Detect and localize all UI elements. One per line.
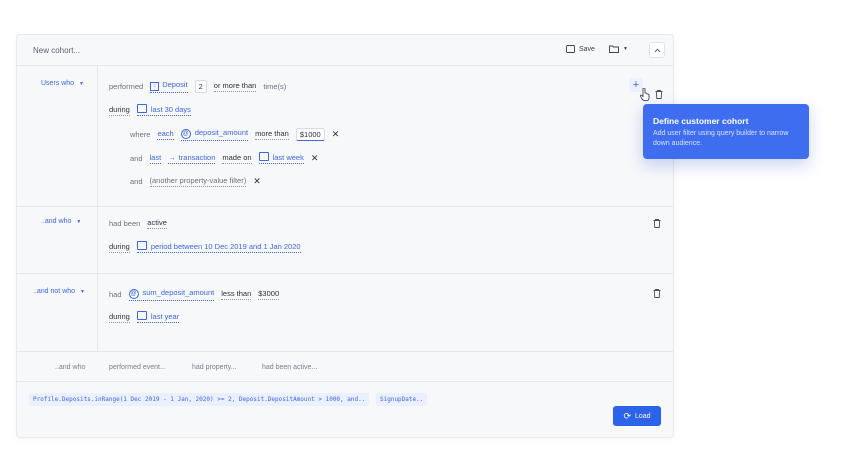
calendar-icon (258, 152, 269, 161)
define-cohort-tooltip: Define customer cohort Add user filter u… (643, 104, 809, 159)
quantifier-selector[interactable]: last (149, 153, 162, 164)
group-selector-and-who[interactable]: ..and who ▼ (41, 218, 81, 225)
cohort-header: New cohort... Save ▼ (17, 35, 673, 66)
save-icon (566, 45, 575, 53)
event-selector[interactable]: → transaction (168, 152, 216, 164)
group-label: Users who (41, 80, 75, 87)
date-range-value: last 30 days (150, 105, 191, 114)
event-icon: ↕ (150, 82, 160, 91)
property-selector[interactable]: @ sum_deposit_amount (128, 288, 215, 301)
save-label: Save (579, 45, 595, 53)
state-selector[interactable]: active (147, 218, 167, 229)
group-divider (17, 206, 673, 207)
chevron-down-icon: ▼ (623, 46, 628, 52)
add-had-been-active-option[interactable]: had been active... (262, 364, 317, 371)
tooltip-body: Add user filter using query builder to n… (653, 130, 789, 147)
add-property-filter[interactable]: (another property-value filter) (149, 176, 247, 187)
filter-row-had-property: had @ sum_deposit_amount less than $3000 (109, 288, 280, 301)
load-label: Load (634, 412, 651, 420)
had-been-label: had been (109, 219, 141, 228)
operator-selector[interactable]: less than (221, 289, 252, 300)
group-label: ..and who (41, 218, 72, 225)
operator-selector[interactable]: made on (222, 153, 252, 164)
performed-label: performed (109, 82, 144, 91)
cohort-builder-card: New cohort... Save ▼ Users who ▼ perform… (16, 34, 674, 438)
quantifier-selector[interactable]: each (157, 129, 174, 140)
add-performed-event-option[interactable]: performed event... (109, 364, 166, 371)
group-selector-users-who[interactable]: Users who ▼ (41, 80, 84, 87)
add-and-who-option[interactable]: ..and who (55, 364, 85, 371)
date-range-value: last year (150, 312, 180, 321)
chevron-down-icon: ▼ (79, 81, 84, 87)
label-column-divider (97, 65, 98, 351)
value-input[interactable]: $3000 (258, 289, 280, 300)
chevron-up-icon (654, 47, 660, 52)
calendar-icon (136, 311, 147, 320)
open-folder-button[interactable]: ▼ (609, 45, 628, 53)
filter-row-during: during period between 10 Dec 2019 and 1 … (109, 241, 301, 253)
event-name: transaction (178, 152, 216, 162)
date-selector[interactable]: last week (258, 152, 304, 164)
property-name: deposit_amount (194, 128, 249, 137)
event-name: Deposit (162, 80, 188, 89)
add-group-bar: ..and who performed event... had propert… (17, 351, 673, 382)
chevron-down-icon: ▼ (76, 219, 82, 225)
calendar-icon (136, 104, 147, 113)
property-icon: @ (180, 129, 191, 139)
save-button[interactable]: Save (566, 45, 595, 53)
unit-label: time(s) (263, 82, 287, 91)
property-name: sum_deposit_amount (142, 288, 215, 297)
remove-filter-icon[interactable]: ✕ (311, 153, 319, 164)
event-selector[interactable]: ↕ Deposit (150, 80, 188, 93)
operator-selector[interactable]: more than (255, 129, 289, 140)
date-value: last week (272, 153, 304, 162)
filter-row-where: where each @ deposit_amount more than $10… (130, 128, 339, 141)
during-label[interactable]: during (109, 105, 130, 116)
during-label[interactable]: during (109, 312, 130, 323)
had-label: had (109, 290, 122, 299)
filter-row-during: during last 30 days (109, 104, 191, 116)
trash-icon[interactable] (653, 289, 661, 298)
footer-divider (17, 381, 673, 382)
hand-cursor-icon (640, 88, 650, 101)
property-icon: @ (128, 289, 139, 299)
calendar-icon (136, 241, 147, 250)
date-range-value: period between 10 Dec 2019 and 1 Jan 202… (150, 242, 301, 251)
cohort-title[interactable]: New cohort... (33, 46, 80, 55)
remove-filter-icon[interactable]: ✕ (332, 129, 340, 140)
and-label: and (130, 153, 143, 163)
filter-row-had-been: had been active (109, 218, 167, 229)
filter-row-during: during last year (109, 311, 180, 323)
trash-icon[interactable] (655, 90, 663, 99)
arrow-right-icon: → (168, 152, 176, 162)
and-label: and (130, 177, 143, 186)
remove-filter-icon[interactable]: ✕ (253, 176, 261, 187)
where-label: where (130, 130, 151, 139)
property-selector[interactable]: @ deposit_amount (180, 128, 249, 141)
filter-row-add-property: and (another property-value filter) ✕ (130, 176, 261, 187)
group-selector-and-not-who[interactable]: ..and not who ▼ (33, 288, 85, 295)
plus-icon: + (632, 79, 640, 91)
query-chip[interactable]: SignupDate.. (376, 393, 428, 406)
during-label[interactable]: during (109, 242, 130, 253)
value-input[interactable]: $1000 (295, 128, 325, 141)
chevron-down-icon: ▼ (79, 289, 85, 295)
filter-row-and-transaction: and last → transaction made on last week … (130, 152, 318, 164)
operator-selector[interactable]: or more than (213, 81, 257, 92)
tooltip-title: Define customer cohort (653, 116, 749, 126)
folder-icon (609, 45, 619, 53)
add-had-property-option[interactable]: had property... (192, 364, 237, 371)
group-label: ..and not who (33, 288, 76, 295)
load-button[interactable]: ⟳ Load (613, 406, 661, 426)
date-range-selector[interactable]: last 30 days (136, 104, 191, 116)
date-range-selector[interactable]: last year (136, 311, 180, 323)
count-input[interactable]: 2 (194, 80, 207, 93)
trash-icon[interactable] (653, 219, 661, 228)
group-divider (17, 273, 673, 274)
refresh-icon: ⟳ (623, 410, 631, 421)
date-range-selector[interactable]: period between 10 Dec 2019 and 1 Jan 202… (136, 241, 301, 253)
query-chip[interactable]: Profile.Deposits.inRange(1 Dec 2019 - 1 … (29, 393, 370, 406)
filter-row-performed: performed ↕ Deposit 2 or more than time(s… (109, 80, 286, 93)
collapse-button[interactable] (649, 42, 665, 58)
